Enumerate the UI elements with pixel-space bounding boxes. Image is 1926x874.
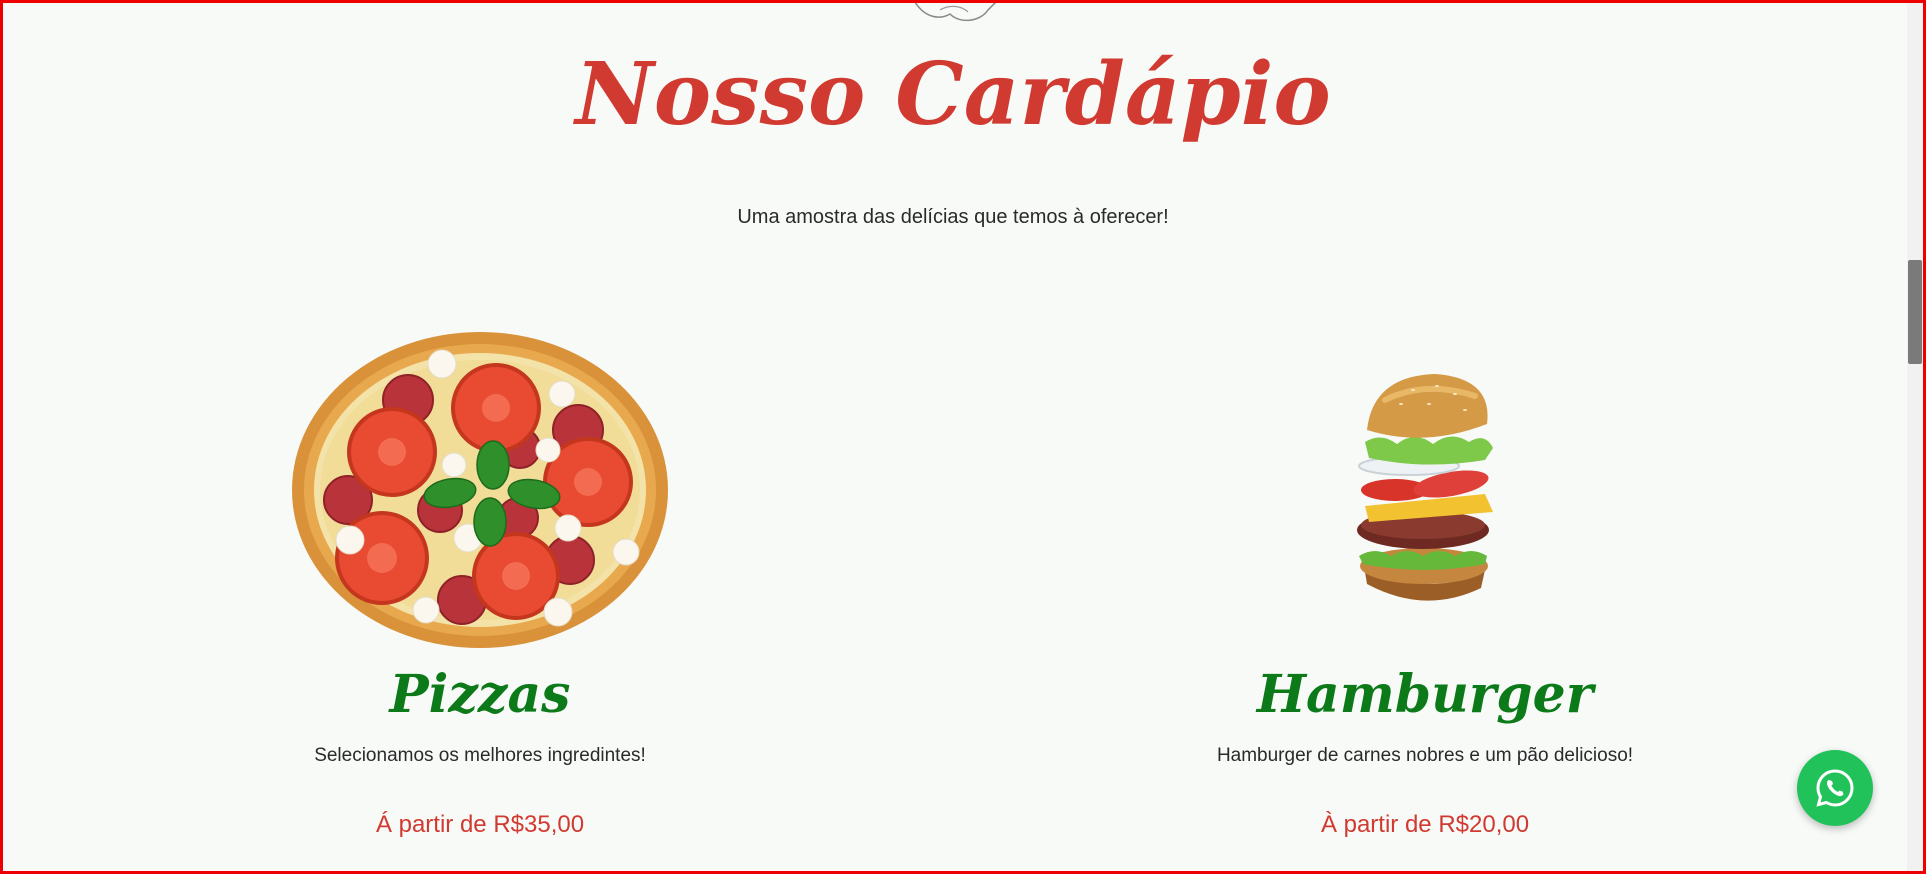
hamburger-image <box>1357 374 1493 601</box>
menu-card-price: Á partir de R$35,00 <box>375 811 585 839</box>
section-title: Nosso Cardápio <box>575 44 1331 145</box>
menu-card-pizzas: Pizzas Selecionamos os melhores ingredin… <box>220 320 740 839</box>
menu-card-hamburger: Hamburger Hamburger de carnes nobres e u… <box>1165 320 1685 839</box>
scrollbar-track[interactable] <box>1907 3 1923 871</box>
menu-card-title: Pizzas <box>389 664 571 725</box>
pizza-image <box>292 332 668 648</box>
menu-card-description: Hamburger de carnes nobres e um pão deli… <box>1216 745 1634 767</box>
scrollbar-thumb[interactable] <box>1908 260 1922 364</box>
section-subtitle: Uma amostra das delícias que temos à ofe… <box>737 206 1169 228</box>
whatsapp-button[interactable] <box>1797 750 1873 826</box>
menu-card-description: Selecionamos os melhores ingredintes! <box>314 745 646 767</box>
menu-card-price: À partir de R$20,00 <box>1320 811 1530 839</box>
menu-card-title: Hamburger <box>1256 664 1594 725</box>
whatsapp-icon <box>1816 769 1854 807</box>
decorative-sketch-icon <box>914 0 999 22</box>
